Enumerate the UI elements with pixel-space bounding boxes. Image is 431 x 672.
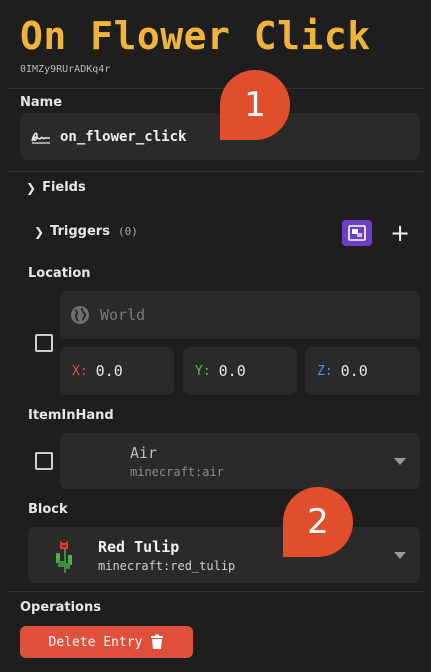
delete-entry-label: Delete Entry [48, 634, 143, 650]
y-label: Y: [195, 363, 211, 379]
block-label: Block [28, 502, 68, 517]
location-label: Location [28, 266, 91, 281]
block-name: Red Tulip [98, 537, 180, 556]
item-in-hand-select[interactable]: Air minecraft:air [60, 433, 420, 489]
chevron-down-icon: ❯ [34, 224, 45, 239]
block-id: minecraft:red_tulip [98, 558, 236, 573]
annotation-badge-2: 2 [283, 487, 353, 557]
dropdown-arrow-icon [394, 552, 406, 559]
world-select[interactable]: World [60, 291, 420, 339]
z-value: 0.0 [340, 362, 368, 380]
divider [8, 591, 423, 592]
fields-label: Fields [42, 180, 86, 195]
globe-icon [71, 306, 89, 324]
chevron-up-icon: ❯ [26, 180, 37, 195]
red-tulip-icon [56, 541, 72, 573]
y-coordinate-input[interactable]: Y: 0.0 [183, 347, 297, 395]
y-value: 0.0 [218, 362, 246, 380]
x-label: X: [72, 363, 88, 379]
name-value: on_flower_click [60, 128, 187, 145]
page-title: On Flower Click [20, 14, 371, 58]
annotation-badge-1: 1 [220, 70, 290, 140]
z-coordinate-input[interactable]: Z: 0.0 [305, 347, 420, 395]
entry-id: 0IMZy9RUrADKq4r [20, 64, 111, 75]
dropdown-arrow-icon [394, 458, 406, 465]
operations-label: Operations [20, 600, 101, 615]
world-placeholder: World [100, 306, 146, 324]
divider [8, 88, 423, 89]
x-value: 0.0 [95, 362, 123, 380]
signature-icon [31, 131, 50, 144]
triggers-toggle[interactable]: ❯ Triggers (0) [34, 224, 138, 239]
select-triggers-button[interactable] [342, 220, 372, 246]
fields-toggle[interactable]: ❯ Fields [26, 180, 86, 195]
location-checkbox[interactable] [35, 334, 53, 352]
item-id: minecraft:air [130, 464, 224, 479]
trash-icon [151, 634, 164, 649]
item-name: Air [130, 443, 158, 462]
name-label: Name [20, 95, 63, 110]
triggers-label: Triggers [50, 224, 110, 239]
triggers-count: (0) [117, 225, 138, 238]
z-label: Z: [317, 363, 333, 379]
item-in-hand-label: ItemInHand [28, 408, 114, 423]
add-trigger-button[interactable]: + [388, 220, 412, 246]
item-in-hand-checkbox[interactable] [35, 452, 53, 470]
select-window-icon [348, 225, 366, 241]
x-coordinate-input[interactable]: X: 0.0 [60, 347, 174, 395]
delete-entry-button[interactable]: Delete Entry [20, 626, 193, 658]
divider [8, 171, 423, 172]
block-select[interactable]: Red Tulip minecraft:red_tulip [28, 527, 420, 583]
